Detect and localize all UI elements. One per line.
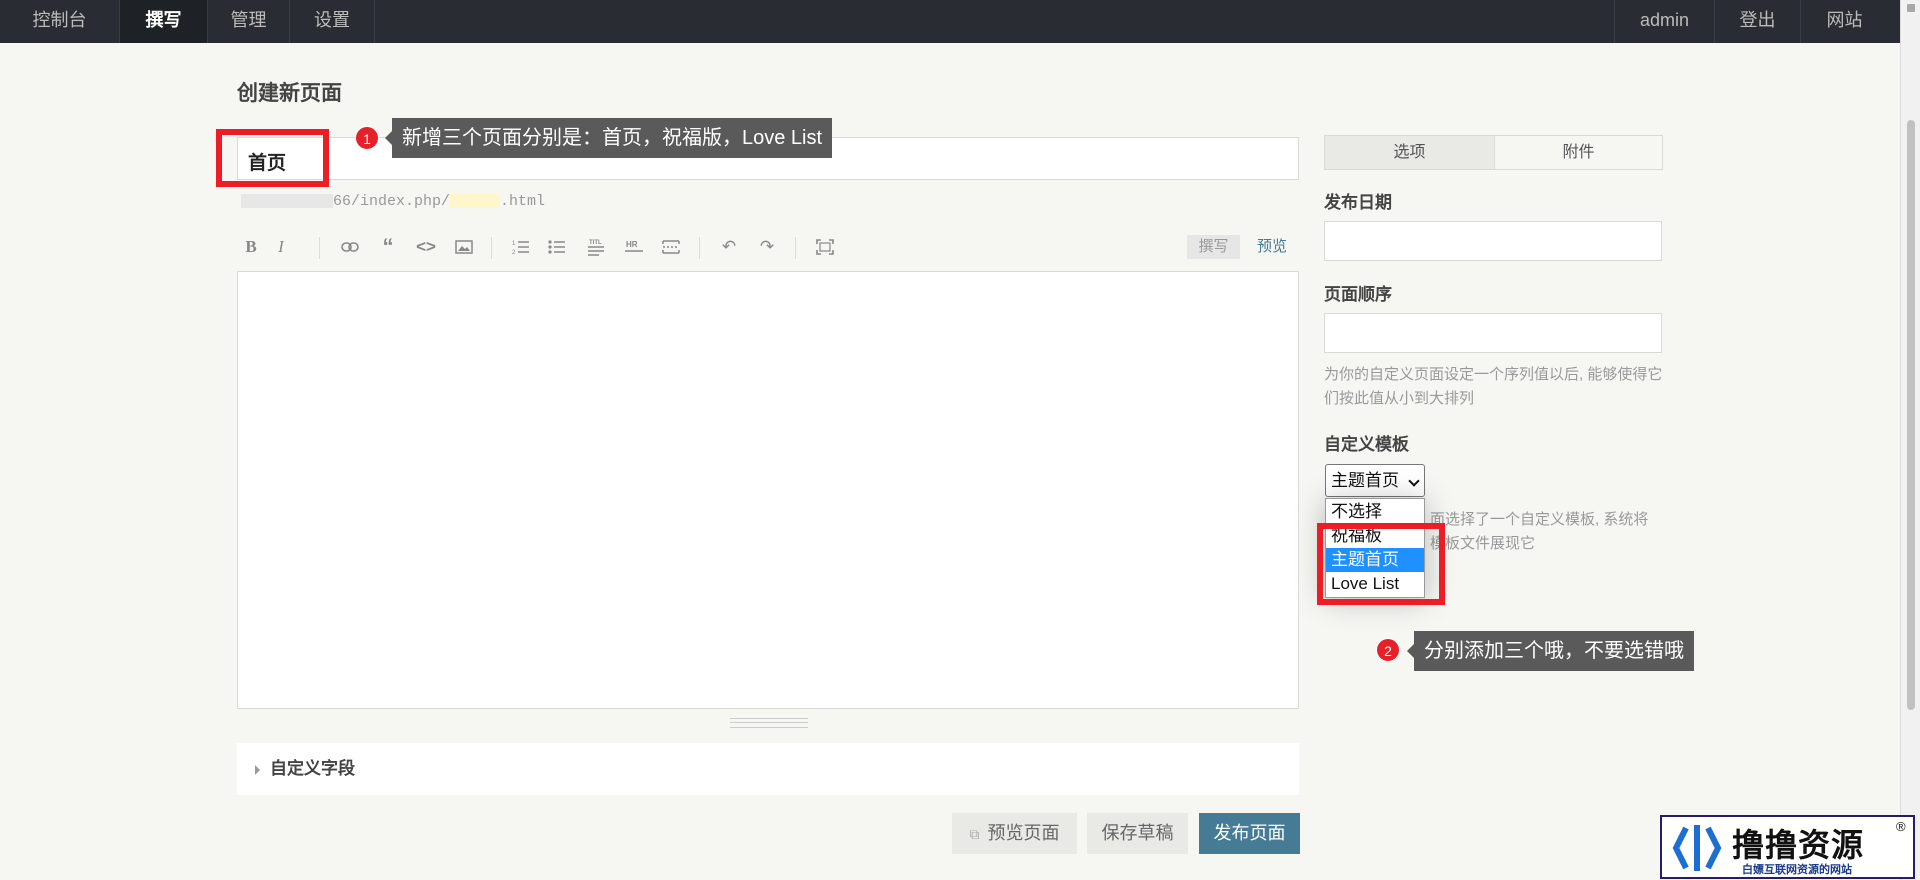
template-description-2: 模板文件展现它: [1430, 535, 1536, 552]
toolbar-divider: [491, 237, 492, 259]
unordered-list-icon[interactable]: [543, 233, 571, 261]
hr-icon[interactable]: HR: [620, 233, 648, 261]
custom-template-label: 自定义模板: [1324, 435, 1409, 454]
svg-text:HR: HR: [626, 240, 638, 249]
highlight-box-title: [216, 129, 329, 187]
link-icon[interactable]: [336, 233, 364, 261]
watermark-emblem-icon: [1672, 825, 1722, 871]
nav-user-admin[interactable]: admin: [1614, 0, 1714, 43]
save-draft-button[interactable]: 保存草稿: [1087, 813, 1188, 854]
scroll-up-arrow-icon[interactable]: [1907, 4, 1915, 12]
scroll-thumb[interactable]: [1907, 120, 1915, 710]
more-icon[interactable]: [657, 233, 685, 261]
url-slug-input[interactable]: [450, 194, 501, 209]
page-scrollbar[interactable]: [1900, 0, 1920, 880]
svg-text:1: 1: [512, 241, 516, 247]
content-editor[interactable]: [237, 271, 1299, 709]
redacted-domain: [241, 194, 333, 209]
fullscreen-icon[interactable]: [811, 233, 839, 261]
page-order-description: 为你的自定义页面设定一个序列值以后, 能够使得它们按此值从小到大排列: [1324, 366, 1663, 407]
annotation-tip-2: 分别添加三个哦，不要选错哦: [1407, 631, 1694, 671]
undo-icon[interactable]: ↶: [715, 233, 743, 261]
nav-write[interactable]: 撰写: [120, 0, 208, 43]
editor-resize-handle[interactable]: [730, 718, 808, 728]
watermark-subtitle: 白嫖互联网资源的网站: [1742, 864, 1852, 876]
quote-icon[interactable]: “: [374, 233, 402, 261]
svg-text:2: 2: [512, 250, 516, 255]
mode-write-button[interactable]: 撰写: [1187, 235, 1240, 259]
sidebar-tabs: 选项 附件: [1324, 135, 1663, 170]
italic-icon[interactable]: I: [267, 233, 295, 261]
page-url-preview: 66/index.php/ .html: [241, 193, 545, 210]
toolbar-divider: [795, 237, 796, 259]
bold-icon[interactable]: B: [237, 233, 265, 261]
publish-date-input[interactable]: [1324, 221, 1662, 261]
tab-options[interactable]: 选项: [1325, 136, 1495, 169]
nav-settings[interactable]: 设置: [290, 0, 375, 43]
page-title: 创建新页面: [237, 82, 342, 105]
nav-manage[interactable]: 管理: [208, 0, 290, 43]
chevron-down-icon: [1408, 475, 1420, 487]
template-option-none[interactable]: 不选择: [1326, 500, 1424, 524]
redo-icon[interactable]: ↷: [753, 233, 781, 261]
publish-page-button[interactable]: 发布页面: [1199, 813, 1300, 854]
editor-toolbar: B I “ <> 12 TITL HR ↶ ↷ 撰写 预览: [237, 233, 1299, 263]
nav-logout[interactable]: 登出: [1714, 0, 1800, 43]
code-icon[interactable]: <>: [412, 233, 440, 261]
nav-site[interactable]: 网站: [1800, 0, 1888, 43]
watermark-logo: 撸撸资源 白嫖互联网资源的网站 ®: [1660, 815, 1915, 879]
preview-page-button[interactable]: ⧉ 预览页面: [952, 813, 1077, 854]
annotation-badge-2: 2: [1376, 638, 1400, 662]
page-order-label: 页面顺序: [1324, 285, 1392, 304]
svg-text:TITL: TITL: [589, 240, 602, 246]
watermark-registered-mark: ®: [1896, 819, 1906, 834]
publish-date-label: 发布日期: [1324, 193, 1392, 212]
mode-preview-button[interactable]: 预览: [1247, 235, 1297, 259]
watermark-title: 撸撸资源: [1732, 827, 1865, 863]
template-description-1: 面选择了一个自定义模板, 系统将: [1430, 511, 1649, 528]
ordered-list-icon[interactable]: 12: [507, 233, 535, 261]
custom-template-select[interactable]: 主题首页: [1325, 464, 1425, 497]
annotation-tip-1: 新增三个页面分别是：首页，祝福版，Love List: [384, 118, 833, 158]
nav-dashboard[interactable]: 控制台: [0, 0, 120, 43]
top-nav-bar: 控制台 撰写 管理 设置 admin 登出 网站: [0, 0, 1900, 43]
custom-fields-label: 自定义字段: [270, 759, 355, 778]
heading-icon[interactable]: TITL: [582, 233, 610, 261]
caret-right-icon: [255, 764, 260, 775]
page-order-input[interactable]: [1324, 313, 1662, 353]
custom-fields-toggle[interactable]: 自定义字段: [237, 743, 1299, 795]
annotation-badge-1: 1: [355, 126, 379, 150]
url-prefix: 66/index.php/: [333, 193, 451, 210]
tab-attachments[interactable]: 附件: [1495, 136, 1662, 169]
highlight-box-options: [1317, 523, 1445, 605]
toolbar-divider: [699, 237, 700, 259]
external-link-icon: ⧉: [969, 826, 980, 842]
image-icon[interactable]: [450, 233, 478, 261]
toolbar-divider: [319, 237, 320, 259]
preview-page-label: 预览页面: [987, 823, 1060, 843]
url-suffix: .html: [500, 193, 546, 210]
template-selected-value: 主题首页: [1331, 471, 1399, 490]
